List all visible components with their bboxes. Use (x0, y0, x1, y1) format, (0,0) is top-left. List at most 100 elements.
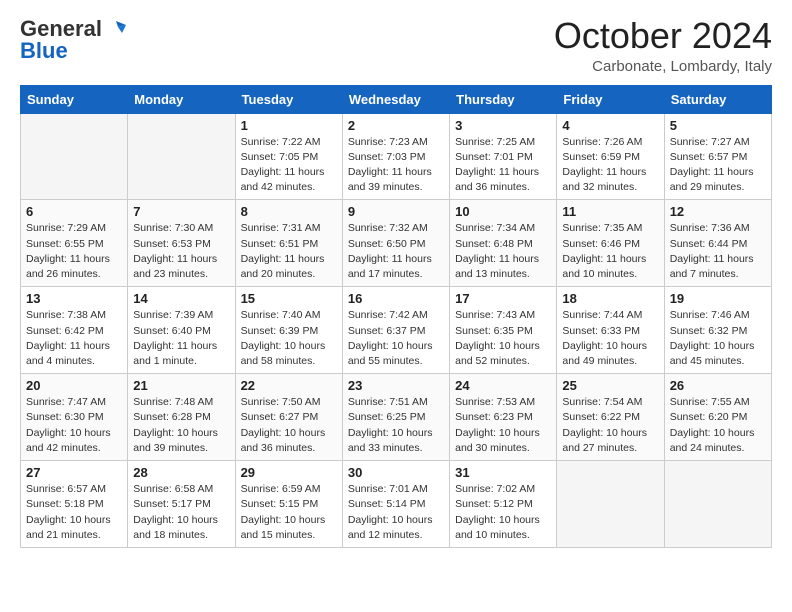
day-info: Sunrise: 7:43 AM Sunset: 6:35 PM Dayligh… (455, 308, 551, 369)
day-info: Sunrise: 7:22 AM Sunset: 7:05 PM Dayligh… (241, 135, 337, 196)
day-info: Sunrise: 7:35 AM Sunset: 6:46 PM Dayligh… (562, 221, 658, 282)
day-number: 20 (26, 378, 122, 393)
day-number: 12 (670, 204, 766, 219)
day-info: Sunrise: 7:55 AM Sunset: 6:20 PM Dayligh… (670, 395, 766, 456)
calendar-cell: 21 Sunrise: 7:48 AM Sunset: 6:28 PM Dayli… (128, 374, 235, 461)
day-number: 23 (348, 378, 444, 393)
day-info: Sunrise: 6:57 AM Sunset: 5:18 PM Dayligh… (26, 482, 122, 543)
calendar-cell: 26 Sunrise: 7:55 AM Sunset: 6:20 PM Dayli… (664, 374, 771, 461)
calendar-cell: 28Sunrise: 6:58 AM Sunset: 5:17 PM Dayli… (128, 461, 235, 548)
day-info: Sunrise: 7:42 AM Sunset: 6:37 PM Dayligh… (348, 308, 444, 369)
day-number: 1 (241, 118, 337, 133)
day-number: 11 (562, 204, 658, 219)
calendar-cell: 30 Sunrise: 7:01 AM Sunset: 5:14 PM Dayli… (342, 461, 449, 548)
calendar: SundayMondayTuesdayWednesdayThursdayFrid… (20, 85, 772, 548)
calendar-cell: 10 Sunrise: 7:34 AM Sunset: 6:48 PM Dayli… (450, 200, 557, 287)
day-info: Sunrise: 7:02 AM Sunset: 5:12 PM Dayligh… (455, 482, 551, 543)
calendar-cell: 4 Sunrise: 7:26 AM Sunset: 6:59 PM Daylig… (557, 113, 664, 200)
calendar-cell: 22Sunrise: 7:50 AM Sunset: 6:27 PM Dayli… (235, 374, 342, 461)
calendar-week-1: 1 Sunrise: 7:22 AM Sunset: 7:05 PM Daylig… (21, 113, 772, 200)
calendar-week-3: 13Sunrise: 7:38 AM Sunset: 6:42 PM Dayli… (21, 287, 772, 374)
day-number: 30 (348, 465, 444, 480)
day-info: Sunrise: 7:36 AM Sunset: 6:44 PM Dayligh… (670, 221, 766, 282)
calendar-cell (21, 113, 128, 200)
calendar-cell: 29 Sunrise: 6:59 AM Sunset: 5:15 PM Dayli… (235, 461, 342, 548)
day-info: Sunrise: 7:53 AM Sunset: 6:23 PM Dayligh… (455, 395, 551, 456)
logo-bird-icon (104, 17, 126, 39)
day-number: 13 (26, 291, 122, 306)
day-number: 19 (670, 291, 766, 306)
calendar-cell: 20 Sunrise: 7:47 AM Sunset: 6:30 PM Dayli… (21, 374, 128, 461)
day-number: 27 (26, 465, 122, 480)
day-number: 8 (241, 204, 337, 219)
weekday-header-saturday: Saturday (664, 85, 771, 113)
calendar-cell: 15Sunrise: 7:40 AM Sunset: 6:39 PM Dayli… (235, 287, 342, 374)
day-number: 17 (455, 291, 551, 306)
day-info: Sunrise: 7:01 AM Sunset: 5:14 PM Dayligh… (348, 482, 444, 543)
day-info: Sunrise: 7:51 AM Sunset: 6:25 PM Dayligh… (348, 395, 444, 456)
calendar-week-5: 27 Sunrise: 6:57 AM Sunset: 5:18 PM Dayli… (21, 461, 772, 548)
day-info: Sunrise: 7:48 AM Sunset: 6:28 PM Dayligh… (133, 395, 229, 456)
calendar-cell: 14Sunrise: 7:39 AM Sunset: 6:40 PM Dayli… (128, 287, 235, 374)
day-number: 29 (241, 465, 337, 480)
day-info: Sunrise: 7:29 AM Sunset: 6:55 PM Dayligh… (26, 221, 122, 282)
calendar-cell: 13Sunrise: 7:38 AM Sunset: 6:42 PM Dayli… (21, 287, 128, 374)
calendar-cell: 1 Sunrise: 7:22 AM Sunset: 7:05 PM Daylig… (235, 113, 342, 200)
calendar-week-4: 20 Sunrise: 7:47 AM Sunset: 6:30 PM Dayli… (21, 374, 772, 461)
day-info: Sunrise: 7:34 AM Sunset: 6:48 PM Dayligh… (455, 221, 551, 282)
day-number: 21 (133, 378, 229, 393)
calendar-cell: 9 Sunrise: 7:32 AM Sunset: 6:50 PM Daylig… (342, 200, 449, 287)
calendar-cell: 6 Sunrise: 7:29 AM Sunset: 6:55 PM Daylig… (21, 200, 128, 287)
day-number: 10 (455, 204, 551, 219)
weekday-header-friday: Friday (557, 85, 664, 113)
logo: General Blue (20, 16, 126, 64)
title-area: October 2024 Carbonate, Lombardy, Italy (554, 16, 772, 75)
weekday-header-tuesday: Tuesday (235, 85, 342, 113)
calendar-cell: 25Sunrise: 7:54 AM Sunset: 6:22 PM Dayli… (557, 374, 664, 461)
day-info: Sunrise: 7:31 AM Sunset: 6:51 PM Dayligh… (241, 221, 337, 282)
day-info: Sunrise: 7:26 AM Sunset: 6:59 PM Dayligh… (562, 135, 658, 196)
day-number: 3 (455, 118, 551, 133)
day-info: Sunrise: 7:27 AM Sunset: 6:57 PM Dayligh… (670, 135, 766, 196)
day-number: 22 (241, 378, 337, 393)
weekday-header-thursday: Thursday (450, 85, 557, 113)
day-info: Sunrise: 7:46 AM Sunset: 6:32 PM Dayligh… (670, 308, 766, 369)
page: General Blue October 2024 Carbonate, Lom… (0, 0, 792, 568)
day-info: Sunrise: 7:47 AM Sunset: 6:30 PM Dayligh… (26, 395, 122, 456)
subtitle: Carbonate, Lombardy, Italy (554, 58, 772, 75)
day-number: 14 (133, 291, 229, 306)
calendar-cell (664, 461, 771, 548)
day-number: 26 (670, 378, 766, 393)
day-info: Sunrise: 7:23 AM Sunset: 7:03 PM Dayligh… (348, 135, 444, 196)
calendar-cell: 16Sunrise: 7:42 AM Sunset: 6:37 PM Dayli… (342, 287, 449, 374)
logo-text-blue: Blue (20, 38, 68, 64)
day-number: 4 (562, 118, 658, 133)
weekday-header-wednesday: Wednesday (342, 85, 449, 113)
calendar-week-2: 6 Sunrise: 7:29 AM Sunset: 6:55 PM Daylig… (21, 200, 772, 287)
day-info: Sunrise: 7:25 AM Sunset: 7:01 PM Dayligh… (455, 135, 551, 196)
calendar-cell: 8 Sunrise: 7:31 AM Sunset: 6:51 PM Daylig… (235, 200, 342, 287)
calendar-cell: 17 Sunrise: 7:43 AM Sunset: 6:35 PM Dayli… (450, 287, 557, 374)
calendar-cell: 12 Sunrise: 7:36 AM Sunset: 6:44 PM Dayli… (664, 200, 771, 287)
day-info: Sunrise: 7:32 AM Sunset: 6:50 PM Dayligh… (348, 221, 444, 282)
calendar-cell: 3 Sunrise: 7:25 AM Sunset: 7:01 PM Daylig… (450, 113, 557, 200)
calendar-cell (128, 113, 235, 200)
calendar-cell: 24Sunrise: 7:53 AM Sunset: 6:23 PM Dayli… (450, 374, 557, 461)
calendar-cell: 18Sunrise: 7:44 AM Sunset: 6:33 PM Dayli… (557, 287, 664, 374)
calendar-cell: 5 Sunrise: 7:27 AM Sunset: 6:57 PM Daylig… (664, 113, 771, 200)
calendar-cell: 11 Sunrise: 7:35 AM Sunset: 6:46 PM Dayli… (557, 200, 664, 287)
day-number: 6 (26, 204, 122, 219)
day-number: 5 (670, 118, 766, 133)
day-info: Sunrise: 6:59 AM Sunset: 5:15 PM Dayligh… (241, 482, 337, 543)
month-title: October 2024 (554, 16, 772, 56)
calendar-cell: 27 Sunrise: 6:57 AM Sunset: 5:18 PM Dayli… (21, 461, 128, 548)
day-number: 28 (133, 465, 229, 480)
day-number: 9 (348, 204, 444, 219)
day-info: Sunrise: 7:44 AM Sunset: 6:33 PM Dayligh… (562, 308, 658, 369)
weekday-header-monday: Monday (128, 85, 235, 113)
day-info: Sunrise: 7:30 AM Sunset: 6:53 PM Dayligh… (133, 221, 229, 282)
calendar-cell: 2 Sunrise: 7:23 AM Sunset: 7:03 PM Daylig… (342, 113, 449, 200)
day-number: 25 (562, 378, 658, 393)
calendar-cell: 23 Sunrise: 7:51 AM Sunset: 6:25 PM Dayli… (342, 374, 449, 461)
day-number: 2 (348, 118, 444, 133)
